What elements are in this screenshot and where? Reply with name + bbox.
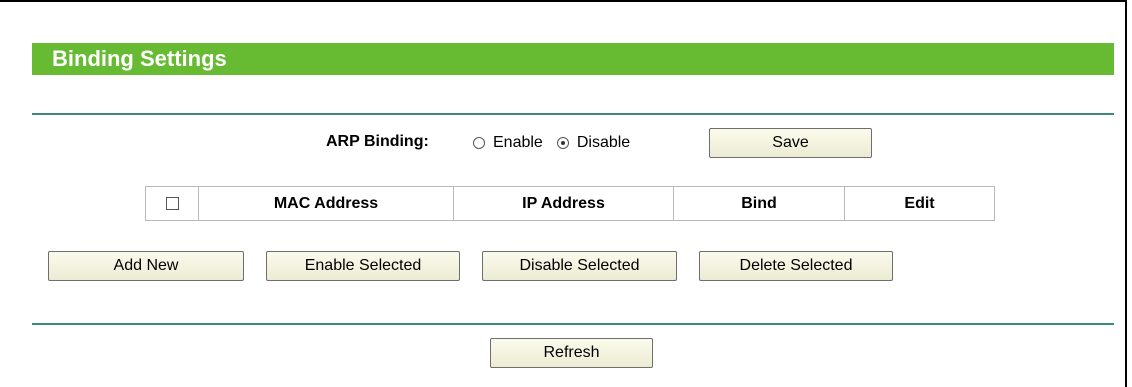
column-header-edit: Edit xyxy=(844,186,995,221)
enable-selected-button[interactable]: Enable Selected xyxy=(266,251,460,281)
column-header-mac: MAC Address xyxy=(198,186,454,221)
enable-radio[interactable] xyxy=(473,137,485,149)
select-all-cell xyxy=(145,186,199,221)
disable-selected-button[interactable]: Disable Selected xyxy=(482,251,677,281)
disable-radio[interactable] xyxy=(556,137,569,149)
add-new-button[interactable]: Add New xyxy=(48,251,244,281)
select-all-checkbox[interactable] xyxy=(165,196,179,210)
column-header-ip: IP Address xyxy=(453,186,674,221)
bottom-divider xyxy=(32,323,1114,325)
top-divider xyxy=(32,113,1114,115)
delete-selected-button[interactable]: Delete Selected xyxy=(699,251,893,281)
arp-binding-radio-group: Enable Disable xyxy=(473,134,644,152)
binding-table: MAC Address IP Address Bind Edit xyxy=(145,186,995,221)
section-title: Binding Settings xyxy=(32,43,1114,75)
refresh-button[interactable]: Refresh xyxy=(490,338,653,368)
column-header-bind: Bind xyxy=(673,186,845,221)
arp-binding-label: ARP Binding: xyxy=(326,133,429,150)
table-header-row: MAC Address IP Address Bind Edit xyxy=(145,186,995,221)
save-button[interactable]: Save xyxy=(709,128,872,158)
disable-radio-label[interactable]: Disable xyxy=(577,134,630,152)
enable-radio-label[interactable]: Enable xyxy=(493,134,543,152)
